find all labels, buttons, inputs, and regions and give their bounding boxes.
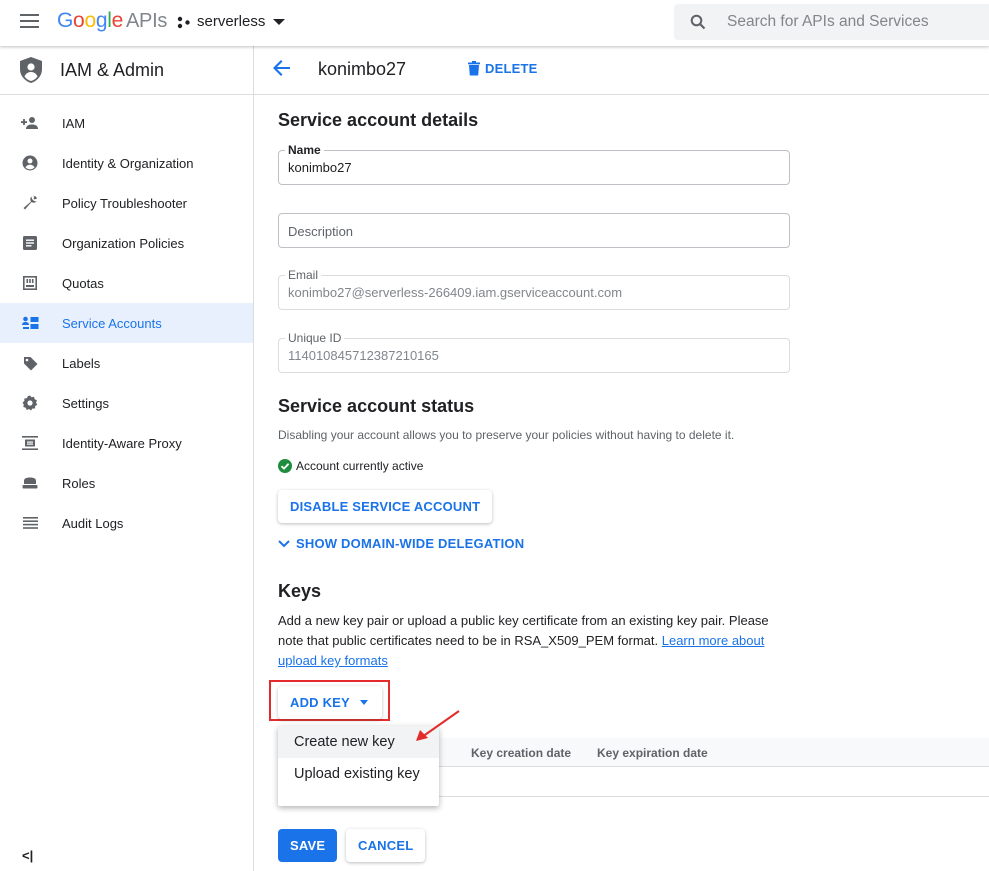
main-content: konimbo27 DELETE Service account details… xyxy=(254,46,989,871)
add-key-label: ADD KEY xyxy=(290,695,350,710)
sidebar-item-label: Roles xyxy=(62,475,96,491)
unique-id-value: 114010845712387210165 xyxy=(288,348,439,363)
sidebar: IAM & Admin IAM Identity & Organization … xyxy=(0,46,254,871)
back-arrow-icon[interactable] xyxy=(273,59,291,77)
google-apis-logo[interactable]: Google APIs xyxy=(57,9,167,33)
person-add-icon xyxy=(21,114,39,132)
proxy-icon xyxy=(21,434,39,452)
sidebar-title: IAM & Admin xyxy=(60,59,165,80)
chevron-down-icon xyxy=(273,18,286,25)
sidebar-item-service-accounts[interactable]: Service Accounts xyxy=(0,303,253,343)
keys-heading: Keys xyxy=(278,581,322,601)
sidebar-item-label: Audit Logs xyxy=(62,515,124,531)
sidebar-nav: IAM Identity & Organization Policy Troub… xyxy=(0,95,253,543)
sidebar-item-label: Identity-Aware Proxy xyxy=(62,435,182,451)
show-delegation-toggle[interactable]: SHOW DOMAIN-WIDE DELEGATION xyxy=(278,536,524,551)
sidebar-item-iam[interactable]: IAM xyxy=(0,103,253,143)
delegation-label: SHOW DOMAIN-WIDE DELEGATION xyxy=(296,536,525,551)
sidebar-item-label: Policy Troubleshooter xyxy=(62,195,188,211)
quota-icon xyxy=(21,274,39,292)
menu-item-upload-existing-key[interactable]: Upload existing key xyxy=(278,758,439,790)
search-icon xyxy=(690,14,706,30)
sidebar-item-label: Labels xyxy=(62,355,101,371)
sidebar-item-label: Organization Policies xyxy=(62,235,185,251)
search-bar[interactable]: Search for APIs and Services xyxy=(674,4,989,40)
trash-icon xyxy=(468,61,480,76)
email-field: Email konimbo27@serverless-266409.iam.gs… xyxy=(278,268,790,310)
project-selector[interactable]: serverless xyxy=(177,13,286,30)
chevron-down-icon xyxy=(278,539,290,547)
search-placeholder: Search for APIs and Services xyxy=(727,13,929,30)
add-key-button[interactable]: ADD KEY xyxy=(278,686,382,719)
account-circle-icon xyxy=(21,154,39,172)
gear-icon xyxy=(21,394,39,412)
cancel-button[interactable]: CANCEL xyxy=(346,829,426,862)
column-key-expiration-date: Key expiration date xyxy=(597,746,708,760)
sidebar-item-settings[interactable]: Settings xyxy=(0,383,253,423)
description-placeholder: Description xyxy=(288,224,354,239)
save-button[interactable]: SAVE xyxy=(278,829,338,862)
service-account-icon xyxy=(21,314,39,332)
disable-service-account-button[interactable]: DISABLE SERVICE ACCOUNT xyxy=(278,490,493,523)
email-value: konimbo27@serverless-266409.iam.gservice… xyxy=(288,285,623,300)
project-nodes-icon xyxy=(177,16,190,28)
status-description: Disabling your account allows you to pre… xyxy=(278,428,735,442)
description-field[interactable]: Description xyxy=(278,213,790,248)
sidebar-header: IAM & Admin xyxy=(0,46,253,95)
column-key-creation-date: Key creation date xyxy=(471,746,572,760)
details-heading: Service account details xyxy=(278,110,479,130)
unique-id-label: Unique ID xyxy=(285,331,345,345)
tag-icon xyxy=(21,354,39,372)
delete-button[interactable]: DELETE xyxy=(468,61,537,76)
unique-id-field: Unique ID 114010845712387210165 xyxy=(278,331,790,373)
sidebar-item-policy-troubleshooter[interactable]: Policy Troubleshooter xyxy=(0,183,253,223)
hamburger-menu-icon[interactable] xyxy=(20,14,39,28)
sidebar-item-label: Quotas xyxy=(62,275,104,291)
list-icon xyxy=(21,514,39,532)
delete-label: DELETE xyxy=(485,61,538,76)
sidebar-item-identity-organization[interactable]: Identity & Organization xyxy=(0,143,253,183)
page-title: konimbo27 xyxy=(318,59,407,79)
logo-apis-text: APIs xyxy=(125,10,168,32)
status-indicator: Account currently active xyxy=(278,459,423,473)
status-text: Account currently active xyxy=(296,459,424,473)
sidebar-item-label: IAM xyxy=(62,115,86,131)
page-header: konimbo27 DELETE xyxy=(254,46,989,95)
status-heading: Service account status xyxy=(278,396,475,416)
sidebar-item-audit-logs[interactable]: Audit Logs xyxy=(0,503,253,543)
caret-down-icon xyxy=(359,700,368,705)
shield-icon xyxy=(20,57,42,83)
sidebar-item-labels[interactable]: Labels xyxy=(0,343,253,383)
annotation-arrow-icon xyxy=(416,710,460,741)
sidebar-item-organization-policies[interactable]: Organization Policies xyxy=(0,223,253,263)
name-field[interactable]: Name konimbo27 xyxy=(278,143,790,185)
document-icon xyxy=(21,234,39,252)
top-app-bar: Google APIs serverless Search for APIs an… xyxy=(0,0,989,46)
sidebar-item-quotas[interactable]: Quotas xyxy=(0,263,253,303)
sidebar-item-roles[interactable]: Roles xyxy=(0,463,253,503)
project-name: serverless xyxy=(197,13,266,30)
sidebar-item-label: Service Accounts xyxy=(62,315,162,331)
sidebar-item-label: Settings xyxy=(62,395,109,411)
name-label: Name xyxy=(285,143,324,157)
sidebar-item-identity-aware-proxy[interactable]: Identity-Aware Proxy xyxy=(0,423,253,463)
keys-description: Add a new key pair or upload a public ke… xyxy=(278,611,778,671)
collapse-sidebar-icon[interactable]: <| xyxy=(22,848,33,863)
name-value: konimbo27 xyxy=(288,160,352,175)
wrench-icon xyxy=(21,194,39,212)
roles-icon xyxy=(21,474,39,492)
sidebar-item-label: Identity & Organization xyxy=(62,155,194,171)
check-circle-icon xyxy=(278,459,292,473)
email-label: Email xyxy=(285,268,322,282)
